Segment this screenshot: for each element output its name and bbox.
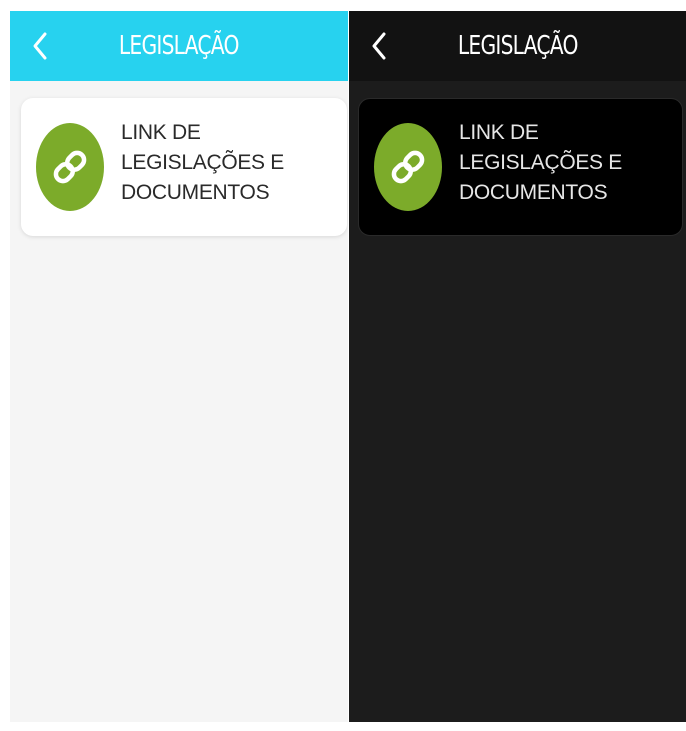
- page-title: LEGISLAÇÃO: [119, 31, 240, 61]
- link-icon-badge: [374, 123, 442, 211]
- link-icon-badge: [36, 123, 104, 211]
- card-label: LINK DE LEGISLAÇÕES E DOCUMENTOS: [459, 121, 623, 204]
- back-button[interactable]: [28, 28, 52, 64]
- app-bar: LEGISLAÇÃO: [349, 11, 686, 81]
- legislation-link-card[interactable]: LINK DE LEGISLAÇÕES E DOCUMENTOS: [358, 98, 683, 236]
- page-title: LEGISLAÇÃO: [457, 31, 579, 61]
- back-button[interactable]: [367, 28, 391, 64]
- chevron-left-icon: [372, 32, 386, 60]
- app-bar: LEGISLAÇÃO: [10, 11, 348, 81]
- legislation-link-card[interactable]: LINK DE LEGISLAÇÕES E DOCUMENTOS: [21, 98, 347, 236]
- light-theme-screen: LEGISLAÇÃO LINK DE LEGISLAÇÕES E DOCUMEN…: [10, 11, 348, 722]
- card-label: LINK DE LEGISLAÇÕES E DOCUMENTOS: [121, 121, 285, 204]
- link-icon: [53, 150, 87, 184]
- dark-theme-screen: LEGISLAÇÃO LINK DE LEGISLAÇÕES E DOCUMEN…: [349, 11, 686, 722]
- link-icon: [391, 150, 425, 184]
- chevron-left-icon: [33, 32, 47, 60]
